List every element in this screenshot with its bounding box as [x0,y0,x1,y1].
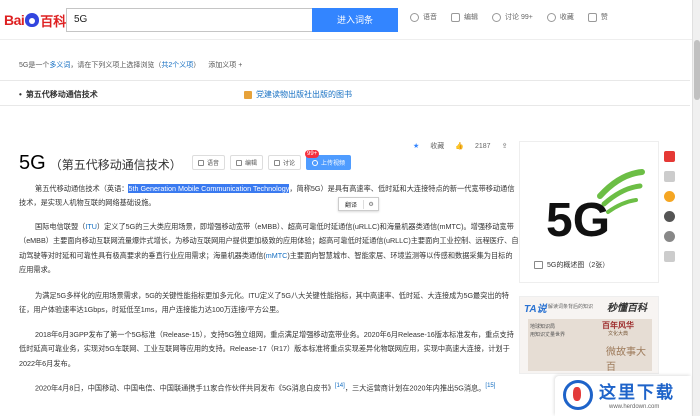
edit-icon [236,159,243,166]
senses-count-link[interactable]: 共2个义项 [161,62,193,69]
settings-gear-icon[interactable]: ⚙ [364,201,378,208]
miaodong-logo: 秒懂百科 [607,303,647,314]
senses-bar: 第五代移动通信技术 党建读物出版社出版的图书 [0,80,690,106]
selection-tooltip: 翻译 ⚙ [338,197,380,211]
header-like-button[interactable]: 赞 [587,12,608,22]
watermark-url: www.herdown.com [609,404,660,410]
paragraph-2: 国际电信联盟（ITU）定义了5G的三大类应用场景，即增强移动宽带（eMBB）、超… [19,222,519,275]
paragraph-5: 2020年4月8日，中国移动、中国电信、中国联通携手11家合作伙伴共同发布《5G… [35,383,496,393]
summary-image-card[interactable]: 5G 5G的概述图（2张） [519,141,659,283]
mmtc-link[interactable]: mMTC [266,251,288,260]
header-voice-button[interactable]: 语音 [410,12,437,22]
promo-banner[interactable]: TA说 解读词条背后的知识 秒懂百科 地球知识局 用知识丈量世界 百年风华 文化… [519,296,659,374]
sense-tab-book[interactable]: 党建读物出版社出版的图书 [244,89,352,100]
sense-tab-active[interactable]: 第五代移动通信技术 [19,89,98,100]
watermark-logo-icon [563,380,593,410]
plus-icon [312,159,319,166]
entry-title: 5G （第五代移动通信技术） [19,152,182,175]
paw-icon [25,13,40,27]
page-title: 5G [19,152,46,174]
enter-entry-button[interactable]: 进入词条 [312,8,398,32]
discuss-icon [274,159,281,166]
5g-logo-image[interactable]: 5G [532,154,650,254]
qq-icon[interactable] [664,211,675,222]
ta-tagline: 解读词条背后的知识 [548,304,594,310]
polysemy-link[interactable]: 多义词 [49,62,70,69]
polysemy-notice: 5G是一个多义词，请在下列义项上选择浏览（共2个义项） 添加义项 + [19,62,243,69]
header-toolbar: 语音 编辑 讨论 99+ 收藏 赞 [396,12,608,22]
add-sense-link[interactable]: 添加义项 + [208,62,242,69]
gallery-icon [534,261,543,269]
promo-image[interactable]: 地球知识局 用知识丈量世界 百年风华 文化大典 微故事大百 [528,319,652,373]
discuss-button[interactable]: 讨论 [268,155,302,170]
paragraph-1: 第五代移动通信技术（英语：5th Generation Mobile Commu… [19,184,515,208]
entry-actions: 语音 编辑 讨论 上传视频 [192,155,356,170]
reference-14[interactable]: [14] [335,383,345,389]
ta-shuo-logo: TA说 [524,304,547,315]
search-input[interactable]: 5G [66,8,312,32]
page-scrollbar[interactable] [692,0,700,416]
weibo-icon[interactable] [664,191,675,202]
favorite-label[interactable]: 收藏 [430,141,444,151]
baidu-baike-logo[interactable]: Bai 百科 [4,9,66,31]
thumb-up-icon: 👍 [455,143,464,150]
edit-button[interactable]: 编辑 [230,155,264,170]
logo-text-baike: 百科 [40,13,67,29]
like-count[interactable]: 2187 [475,143,491,150]
image-caption[interactable]: 5G的概述图（2张） [534,260,609,270]
share-icon: ⇪ [501,143,508,150]
book-icon[interactable] [664,171,675,182]
page-subtitle: （第五代移动通信技术） [49,158,182,172]
itu-link[interactable]: ITU [85,222,97,231]
scrollbar-thumb[interactable] [694,40,700,100]
paragraph-3: 为满足5G多样化的应用场景需求，5G的关键性能指标更加多元化。ITU定义了5G八… [19,291,509,315]
favorite-icon [546,12,556,22]
top-bar: Bai 百科 5G 进入词条 语音 编辑 讨论 99+ 收藏 赞 [0,0,700,40]
download-watermark: 这里下载 www.herdown.com [555,376,691,416]
paragraph-4: 2018年6月3GPP发布了第一个5G标准（Release-15），支持5G独立… [19,330,514,368]
grid-icon[interactable] [664,151,675,162]
voice-icon [198,159,204,166]
header-edit-button[interactable]: 编辑 [451,12,478,22]
wechat-icon[interactable] [664,231,675,242]
star-icon: ★ [413,143,420,150]
voice-icon [410,12,419,22]
mobile-icon[interactable] [664,251,675,262]
selected-text[interactable]: 5th Generation Mobile Communication Tech… [128,184,290,193]
like-icon [587,12,597,22]
translate-button[interactable]: 翻译 [339,199,365,209]
header-discuss-button[interactable]: 讨论 99+ [492,12,533,22]
watermark-title: 这里下载 [599,383,675,402]
discuss-count-badge: 99+ [305,150,320,158]
header-favorite-button[interactable]: 收藏 [546,12,574,22]
reference-15[interactable]: [15] [485,383,495,389]
book-icon [244,90,252,99]
share-sidebar [664,151,680,271]
5g-logo-svg: 5G [546,169,645,247]
voice-button[interactable]: 语音 [192,155,226,170]
edit-icon [451,12,460,22]
5g-logo-text: 5G [546,194,610,247]
discuss-icon [492,12,501,22]
logo-text-bai: Bai [4,12,25,28]
